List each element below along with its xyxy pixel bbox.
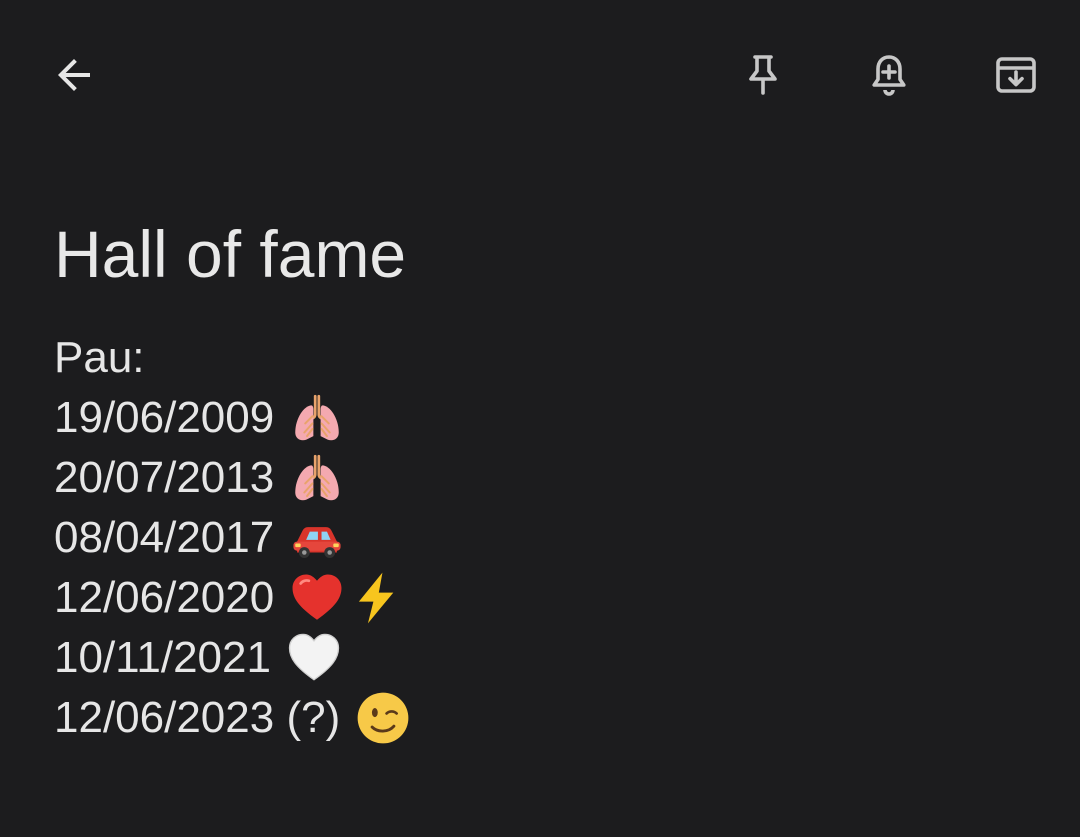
note-line-text: 12/06/2020 [54,573,275,622]
note-line[interactable]: 19/06/2009 [54,388,1034,448]
note-line-text: 20/07/2013 [54,453,275,502]
note-line-text: Pau: [54,333,145,382]
pin-button[interactable] [731,43,795,107]
pin-icon [739,51,787,99]
winking-face-emoji-icon [354,689,412,747]
note-line-text: 12/06/2023 (?) [54,693,341,742]
note-toolbar [0,0,1080,150]
note-line[interactable]: 10/11/2021 [54,628,1034,688]
bell-plus-icon [865,51,913,99]
white-heart-emoji-icon [285,629,343,687]
lungs-emoji-icon [288,449,346,507]
note-line[interactable]: 20/07/2013 [54,448,1034,508]
note-line-text: 08/04/2017 [54,513,275,562]
red-heart-emoji-icon [288,569,346,627]
arrow-left-icon [50,51,98,99]
car-emoji-icon [288,509,346,567]
lightning-emoji-icon [348,569,406,627]
reminder-button[interactable] [857,43,921,107]
note-line-text: 19/06/2009 [54,393,275,442]
note-line-text: 10/11/2021 [54,633,271,682]
note-line[interactable]: 12/06/2020 [54,568,1034,628]
note-line[interactable]: Pau: [54,328,1034,388]
archive-icon [992,51,1040,99]
note-line[interactable]: 12/06/2023 (?) [54,688,1034,748]
back-button[interactable] [42,43,106,107]
note-title[interactable]: Hall of fame [54,214,406,294]
lungs-emoji-icon [288,389,346,447]
archive-button[interactable] [984,43,1048,107]
note-body[interactable]: Pau: 19/06/2009 20/07/2013 08/04/2017 12/… [54,328,1034,748]
note-line[interactable]: 08/04/2017 [54,508,1034,568]
